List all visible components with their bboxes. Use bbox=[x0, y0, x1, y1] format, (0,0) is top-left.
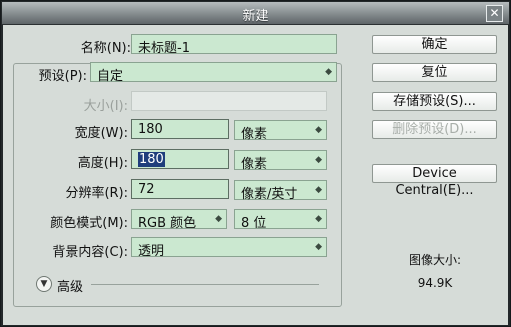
name-input[interactable]: 未标题-1 bbox=[131, 34, 337, 56]
width-unit-select[interactable]: 像素 ◆ bbox=[234, 120, 327, 142]
bit-depth-value: 8 位 bbox=[241, 216, 267, 231]
name-label: 名称(N): bbox=[80, 41, 131, 56]
resolution-unit-value: 像素/英寸 bbox=[241, 187, 298, 202]
resolution-unit-select[interactable]: 像素/英寸 ◆ bbox=[234, 180, 327, 202]
preset-value: 自定 bbox=[97, 69, 124, 84]
height-unit-select[interactable]: 像素 ◆ bbox=[234, 150, 327, 172]
advanced-label[interactable]: 高级 bbox=[57, 276, 83, 295]
background-select[interactable]: 透明 ◆ bbox=[131, 237, 327, 259]
save-preset-button[interactable]: 存储预设(S)... bbox=[372, 92, 497, 111]
image-size-value: 94.9K bbox=[417, 276, 453, 290]
device-central-button[interactable]: Device Central(E)... bbox=[372, 164, 497, 198]
size-label: 大小(I): bbox=[83, 99, 128, 114]
dialog-body: 名称(N): 未标题-1 预设(P): 自定 ◆ 大小(I): 宽度(W): 1… bbox=[3, 25, 508, 325]
size-select bbox=[131, 91, 327, 111]
ok-button[interactable]: 确定 bbox=[372, 35, 497, 54]
color-mode-select[interactable]: RGB 颜色 ◆ bbox=[131, 209, 227, 231]
dropdown-arrows-icon: ◆ bbox=[325, 67, 332, 77]
preset-label: 预设(P): bbox=[23, 65, 89, 84]
background-value: 透明 bbox=[138, 244, 165, 259]
advanced-divider bbox=[91, 284, 319, 285]
preset-select[interactable]: 自定 ◆ bbox=[90, 62, 337, 84]
dropdown-arrows-icon: ◆ bbox=[315, 214, 322, 224]
title-bar[interactable]: 新建 ✕ bbox=[2, 2, 509, 25]
height-unit-value: 像素 bbox=[241, 157, 268, 172]
height-label: 高度(H): bbox=[77, 156, 128, 171]
width-unit-value: 像素 bbox=[241, 127, 268, 142]
resolution-label: 分辨率(R): bbox=[65, 186, 128, 201]
width-label: 宽度(W): bbox=[74, 126, 128, 141]
dropdown-arrows-icon: ◆ bbox=[315, 185, 322, 195]
width-input[interactable]: 180 bbox=[131, 119, 229, 139]
background-label: 背景内容(C): bbox=[52, 245, 128, 260]
delete-preset-button: 删除预设(D)... bbox=[372, 120, 497, 139]
reset-button[interactable]: 复位 bbox=[372, 63, 497, 82]
dropdown-arrows-icon: ◆ bbox=[315, 155, 322, 165]
dialog-title: 新建 bbox=[242, 9, 269, 24]
height-input[interactable]: 180 bbox=[131, 149, 229, 169]
close-icon[interactable]: ✕ bbox=[486, 5, 503, 22]
resolution-input[interactable]: 72 bbox=[131, 179, 229, 199]
new-document-dialog: 新建 ✕ 名称(N): 未标题-1 预设(P): 自定 ◆ 大小(I): 宽度(… bbox=[0, 0, 511, 327]
dropdown-arrows-icon: ◆ bbox=[215, 214, 222, 224]
color-mode-value: RGB 颜色 bbox=[138, 216, 197, 231]
bit-depth-select[interactable]: 8 位 ◆ bbox=[234, 209, 327, 231]
height-value: 180 bbox=[138, 152, 165, 167]
dropdown-arrows-icon: ◆ bbox=[315, 242, 322, 252]
color-mode-label: 颜色模式(M): bbox=[50, 216, 128, 231]
image-size-label: 图像大小: bbox=[408, 253, 462, 267]
chevron-down-circle-icon[interactable]: ▼ bbox=[36, 276, 52, 292]
dropdown-arrows-icon: ◆ bbox=[315, 125, 322, 135]
